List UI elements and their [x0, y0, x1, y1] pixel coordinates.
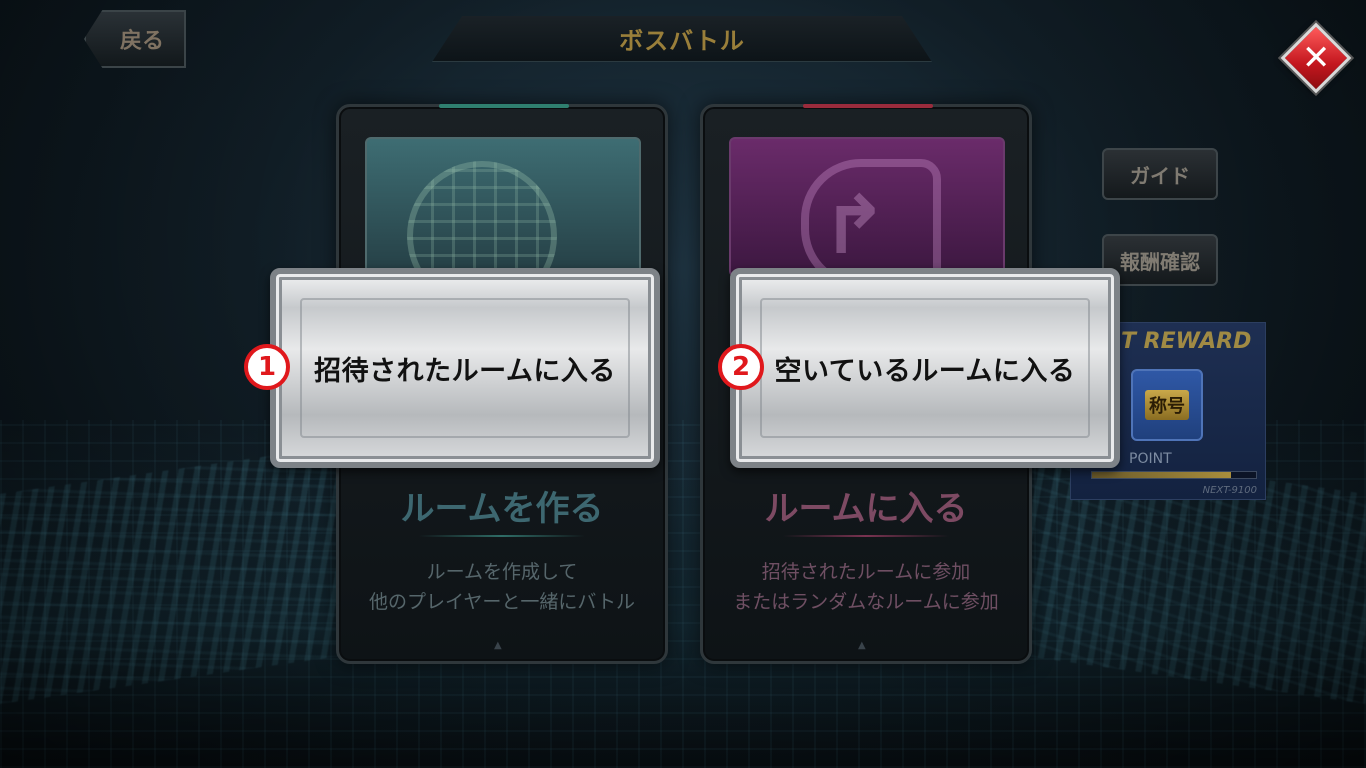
reward-badge: 称号 — [1131, 369, 1203, 441]
enter-room-art: ↱ — [729, 137, 1005, 277]
create-room-art — [365, 137, 641, 277]
create-room-desc-line2: 他のプレイヤーと一緒にバトル — [368, 591, 635, 613]
enter-open-room-label: 空いているルームに入る — [774, 355, 1076, 387]
title-bar: ボスバトル — [432, 16, 932, 62]
enter-open-room-button[interactable]: 空いているルームに入る — [730, 268, 1120, 468]
enter-room-desc-line2: またはランダムなルームに参加 — [733, 591, 999, 613]
close-button[interactable]: ✕ — [1280, 22, 1352, 94]
close-button-frame: ✕ — [1280, 22, 1352, 94]
step-2-badge: 2 — [718, 344, 764, 390]
reward-point-label: POINT — [1129, 451, 1172, 467]
guide-button[interactable]: ガイド — [1102, 148, 1218, 200]
card-divider — [419, 535, 585, 537]
enter-invited-room-button[interactable]: 招待されたルームに入る — [270, 268, 660, 468]
card-top-indicator — [439, 104, 569, 108]
card-divider — [783, 535, 949, 537]
create-room-description: ルームを作成して 他のプレイヤーと一緒にバトル — [339, 557, 665, 617]
create-room-desc-line1: ルームを作成して — [426, 561, 578, 583]
page-title: ボスバトル — [619, 27, 745, 55]
enter-room-description: 招待されたルームに参加 またはランダムなルームに参加 — [703, 557, 1029, 617]
enter-room-heading: ルームに入る — [764, 489, 968, 529]
reward-badge-label: 称号 — [1145, 390, 1189, 420]
card-bottom-notch-icon: ▲ — [858, 640, 866, 651]
card-bottom-notch-icon: ▲ — [494, 640, 502, 651]
reward-title: T REWARD — [1121, 329, 1252, 354]
guide-button-label: ガイド — [1130, 163, 1190, 188]
reward-next-label: NEXT-9100 — [1202, 485, 1257, 496]
reward-progress-fill — [1092, 472, 1232, 478]
create-room-heading: ルームを作る — [400, 489, 604, 529]
arrow-icon: ↱ — [821, 179, 889, 272]
globe-icon — [407, 161, 557, 275]
back-button-label: 戻る — [119, 29, 164, 54]
back-button[interactable]: 戻る — [84, 10, 186, 68]
enter-room-desc-line1: 招待されたルームに参加 — [761, 561, 971, 583]
reward-progress-bar — [1091, 471, 1257, 479]
enter-invited-room-label: 招待されたルームに入る — [314, 355, 616, 387]
card-top-indicator — [803, 104, 933, 108]
step-1-badge: 1 — [244, 344, 290, 390]
close-icon: ✕ — [1301, 38, 1331, 78]
reward-check-button-label: 報酬確認 — [1120, 249, 1200, 274]
